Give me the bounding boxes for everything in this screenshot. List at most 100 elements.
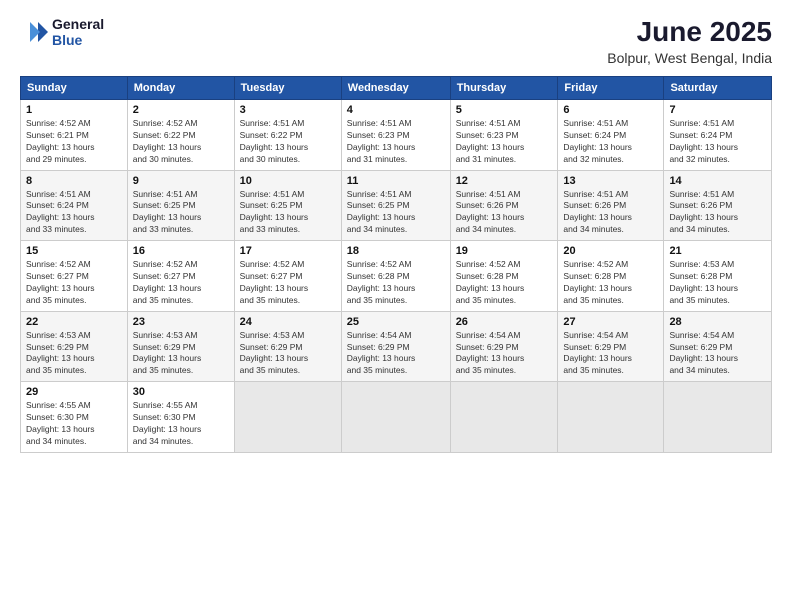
calendar-cell: 16 Sunrise: 4:52 AM Sunset: 6:27 PM Dayli… <box>127 241 234 312</box>
day-number: 28 <box>669 316 766 328</box>
day-number: 29 <box>26 386 122 398</box>
day-number: 10 <box>240 175 336 187</box>
calendar-cell: 12Sunrise: 4:51 AM Sunset: 6:26 PM Dayli… <box>450 170 558 241</box>
day-info: Sunrise: 4:51 AM Sunset: 6:25 PM Dayligh… <box>240 189 336 237</box>
day-number: 26 <box>456 316 553 328</box>
calendar-cell: 24 Sunrise: 4:53 AM Sunset: 6:29 PM Dayli… <box>234 311 341 382</box>
calendar-header-tuesday: Tuesday <box>234 77 341 100</box>
day-number: 11 <box>347 175 445 187</box>
calendar-cell: 9 Sunrise: 4:51 AM Sunset: 6:25 PM Daylig… <box>127 170 234 241</box>
calendar-cell: 5Sunrise: 4:51 AM Sunset: 6:23 PM Daylig… <box>450 100 558 171</box>
calendar-week-2: 8 Sunrise: 4:51 AM Sunset: 6:24 PM Daylig… <box>21 170 772 241</box>
day-info: Sunrise: 4:51 AM Sunset: 6:22 PM Dayligh… <box>240 118 336 166</box>
day-number: 2 <box>133 104 229 116</box>
calendar-cell: 30 Sunrise: 4:55 AM Sunset: 6:30 PM Dayli… <box>127 382 234 453</box>
calendar-cell: 15 Sunrise: 4:52 AM Sunset: 6:27 PM Dayli… <box>21 241 128 312</box>
day-info: Sunrise: 4:52 AM Sunset: 6:21 PM Dayligh… <box>26 118 122 166</box>
day-info: Sunrise: 4:51 AM Sunset: 6:26 PM Dayligh… <box>563 189 658 237</box>
day-info: Sunrise: 4:54 AM Sunset: 6:29 PM Dayligh… <box>456 330 553 378</box>
calendar-cell: 28 Sunrise: 4:54 AM Sunset: 6:29 PM Dayli… <box>664 311 772 382</box>
calendar-cell: 20 Sunrise: 4:52 AM Sunset: 6:28 PM Dayli… <box>558 241 664 312</box>
title-block: June 2025 Bolpur, West Bengal, India <box>607 16 772 66</box>
calendar-week-5: 29 Sunrise: 4:55 AM Sunset: 6:30 PM Dayli… <box>21 382 772 453</box>
calendar-header-friday: Friday <box>558 77 664 100</box>
subtitle: Bolpur, West Bengal, India <box>607 50 772 66</box>
day-info: Sunrise: 4:51 AM Sunset: 6:23 PM Dayligh… <box>347 118 445 166</box>
day-number: 3 <box>240 104 336 116</box>
day-info: Sunrise: 4:54 AM Sunset: 6:29 PM Dayligh… <box>669 330 766 378</box>
day-info: Sunrise: 4:52 AM Sunset: 6:28 PM Dayligh… <box>347 259 445 307</box>
day-info: Sunrise: 4:51 AM Sunset: 6:24 PM Dayligh… <box>26 189 122 237</box>
day-number: 18 <box>347 245 445 257</box>
day-info: Sunrise: 4:51 AM Sunset: 6:25 PM Dayligh… <box>347 189 445 237</box>
logo-icon <box>20 18 48 46</box>
day-number: 14 <box>669 175 766 187</box>
day-info: Sunrise: 4:55 AM Sunset: 6:30 PM Dayligh… <box>26 400 122 448</box>
calendar-week-4: 22 Sunrise: 4:53 AM Sunset: 6:29 PM Dayli… <box>21 311 772 382</box>
calendar-cell: 27 Sunrise: 4:54 AM Sunset: 6:29 PM Dayli… <box>558 311 664 382</box>
calendar-cell: 4Sunrise: 4:51 AM Sunset: 6:23 PM Daylig… <box>341 100 450 171</box>
header: General Blue June 2025 Bolpur, West Beng… <box>20 16 772 66</box>
calendar-cell: 10 Sunrise: 4:51 AM Sunset: 6:25 PM Dayli… <box>234 170 341 241</box>
day-number: 27 <box>563 316 658 328</box>
calendar-header-saturday: Saturday <box>664 77 772 100</box>
calendar-cell: 29 Sunrise: 4:55 AM Sunset: 6:30 PM Dayli… <box>21 382 128 453</box>
logo-text: General Blue <box>52 16 104 48</box>
calendar-cell: 1 Sunrise: 4:52 AM Sunset: 6:21 PM Daylig… <box>21 100 128 171</box>
day-number: 22 <box>26 316 122 328</box>
day-number: 24 <box>240 316 336 328</box>
calendar-cell: 19Sunrise: 4:52 AM Sunset: 6:28 PM Dayli… <box>450 241 558 312</box>
day-info: Sunrise: 4:53 AM Sunset: 6:28 PM Dayligh… <box>669 259 766 307</box>
calendar-cell: 8 Sunrise: 4:51 AM Sunset: 6:24 PM Daylig… <box>21 170 128 241</box>
calendar-header-row: SundayMondayTuesdayWednesdayThursdayFrid… <box>21 77 772 100</box>
day-info: Sunrise: 4:53 AM Sunset: 6:29 PM Dayligh… <box>133 330 229 378</box>
day-number: 16 <box>133 245 229 257</box>
calendar-table: SundayMondayTuesdayWednesdayThursdayFrid… <box>20 76 772 453</box>
calendar-cell: 18 Sunrise: 4:52 AM Sunset: 6:28 PM Dayli… <box>341 241 450 312</box>
calendar-cell: 23 Sunrise: 4:53 AM Sunset: 6:29 PM Dayli… <box>127 311 234 382</box>
day-info: Sunrise: 4:55 AM Sunset: 6:30 PM Dayligh… <box>133 400 229 448</box>
calendar-cell: 7Sunrise: 4:51 AM Sunset: 6:24 PM Daylig… <box>664 100 772 171</box>
calendar-header-sunday: Sunday <box>21 77 128 100</box>
day-info: Sunrise: 4:51 AM Sunset: 6:25 PM Dayligh… <box>133 189 229 237</box>
calendar-cell: 17Sunrise: 4:52 AM Sunset: 6:27 PM Dayli… <box>234 241 341 312</box>
day-info: Sunrise: 4:52 AM Sunset: 6:27 PM Dayligh… <box>133 259 229 307</box>
calendar-header-monday: Monday <box>127 77 234 100</box>
day-info: Sunrise: 4:52 AM Sunset: 6:28 PM Dayligh… <box>563 259 658 307</box>
calendar-header-wednesday: Wednesday <box>341 77 450 100</box>
day-info: Sunrise: 4:51 AM Sunset: 6:26 PM Dayligh… <box>669 189 766 237</box>
day-number: 25 <box>347 316 445 328</box>
day-number: 21 <box>669 245 766 257</box>
day-number: 1 <box>26 104 122 116</box>
day-info: Sunrise: 4:53 AM Sunset: 6:29 PM Dayligh… <box>240 330 336 378</box>
day-number: 8 <box>26 175 122 187</box>
day-number: 15 <box>26 245 122 257</box>
day-info: Sunrise: 4:51 AM Sunset: 6:26 PM Dayligh… <box>456 189 553 237</box>
day-number: 6 <box>563 104 658 116</box>
calendar-week-1: 1 Sunrise: 4:52 AM Sunset: 6:21 PM Daylig… <box>21 100 772 171</box>
day-info: Sunrise: 4:53 AM Sunset: 6:29 PM Dayligh… <box>26 330 122 378</box>
calendar-cell <box>341 382 450 453</box>
calendar-cell <box>450 382 558 453</box>
day-number: 20 <box>563 245 658 257</box>
calendar-cell <box>234 382 341 453</box>
day-number: 13 <box>563 175 658 187</box>
logo: General Blue <box>20 16 104 48</box>
day-info: Sunrise: 4:54 AM Sunset: 6:29 PM Dayligh… <box>563 330 658 378</box>
day-info: Sunrise: 4:51 AM Sunset: 6:23 PM Dayligh… <box>456 118 553 166</box>
day-info: Sunrise: 4:52 AM Sunset: 6:27 PM Dayligh… <box>26 259 122 307</box>
day-info: Sunrise: 4:52 AM Sunset: 6:27 PM Dayligh… <box>240 259 336 307</box>
calendar-cell: 26 Sunrise: 4:54 AM Sunset: 6:29 PM Dayli… <box>450 311 558 382</box>
day-info: Sunrise: 4:54 AM Sunset: 6:29 PM Dayligh… <box>347 330 445 378</box>
day-number: 23 <box>133 316 229 328</box>
day-info: Sunrise: 4:51 AM Sunset: 6:24 PM Dayligh… <box>563 118 658 166</box>
day-info: Sunrise: 4:52 AM Sunset: 6:22 PM Dayligh… <box>133 118 229 166</box>
day-number: 30 <box>133 386 229 398</box>
calendar-cell <box>558 382 664 453</box>
main-title: June 2025 <box>607 16 772 48</box>
calendar-cell: 3 Sunrise: 4:51 AM Sunset: 6:22 PM Daylig… <box>234 100 341 171</box>
calendar-cell: 21 Sunrise: 4:53 AM Sunset: 6:28 PM Dayli… <box>664 241 772 312</box>
day-number: 9 <box>133 175 229 187</box>
calendar-cell: 14 Sunrise: 4:51 AM Sunset: 6:26 PM Dayli… <box>664 170 772 241</box>
calendar-cell: 13 Sunrise: 4:51 AM Sunset: 6:26 PM Dayli… <box>558 170 664 241</box>
